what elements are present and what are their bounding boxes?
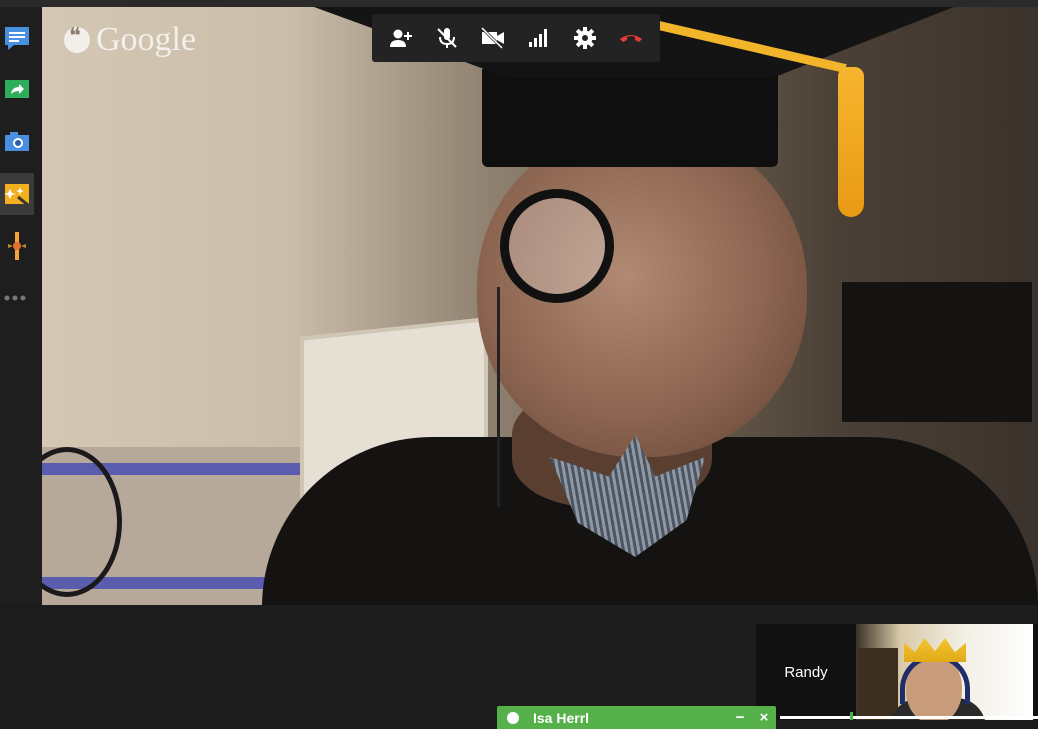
mute-mic-button[interactable] — [429, 20, 465, 56]
chat-contact-name[interactable]: Isa Herrl — [533, 710, 728, 726]
more-apps-button[interactable] — [0, 277, 34, 319]
app-icon — [8, 232, 26, 260]
effects-icon — [4, 184, 29, 207]
chat-icon — [5, 27, 29, 50]
online-status-icon — [507, 711, 519, 724]
google-logo-text: Google — [96, 21, 197, 58]
picture-frame — [842, 282, 1032, 422]
camera-toggle-button[interactable] — [475, 20, 511, 56]
monocle-effect — [500, 189, 614, 303]
hang-up-button[interactable] — [613, 20, 649, 56]
bandwidth-button[interactable] — [521, 20, 557, 56]
screen-share-icon — [5, 80, 29, 98]
thumbnail-door — [858, 648, 898, 720]
tassel — [838, 67, 864, 217]
gear-icon — [574, 27, 596, 49]
chat-tab[interactable]: Isa Herrl − × — [497, 706, 776, 729]
extra-app-button[interactable] — [0, 225, 34, 267]
hang-up-icon — [620, 35, 642, 42]
capture-app-button[interactable] — [0, 121, 34, 163]
signal-bars-icon — [529, 29, 547, 47]
invite-person-icon — [390, 29, 412, 47]
close-chat-button[interactable]: × — [752, 709, 776, 726]
participant-tile[interactable]: Randy — [756, 624, 1038, 720]
top-strip — [0, 0, 1038, 7]
crown-effect — [904, 638, 966, 662]
participant-thumbnail[interactable] — [856, 624, 1033, 720]
call-toolbar — [372, 14, 660, 62]
google-logo: Google — [64, 21, 196, 59]
camera-icon — [5, 132, 29, 151]
more-apps-icon — [4, 295, 26, 301]
volume-bar — [780, 716, 1038, 719]
minimize-chat-button[interactable]: − — [728, 709, 752, 726]
settings-button[interactable] — [567, 20, 603, 56]
camera-off-icon — [480, 26, 504, 50]
invite-button[interactable] — [383, 20, 419, 56]
chat-app-button[interactable] — [0, 17, 34, 59]
screenshare-app-button[interactable] — [0, 69, 34, 111]
effects-app-button[interactable] — [0, 173, 34, 215]
main-video: Google — [42, 7, 1038, 605]
hangouts-icon — [64, 23, 90, 53]
rail-bottom — [0, 605, 42, 729]
volume-indicator — [850, 712, 853, 720]
monocle-chain — [497, 287, 500, 507]
mic-muted-icon — [437, 28, 457, 48]
